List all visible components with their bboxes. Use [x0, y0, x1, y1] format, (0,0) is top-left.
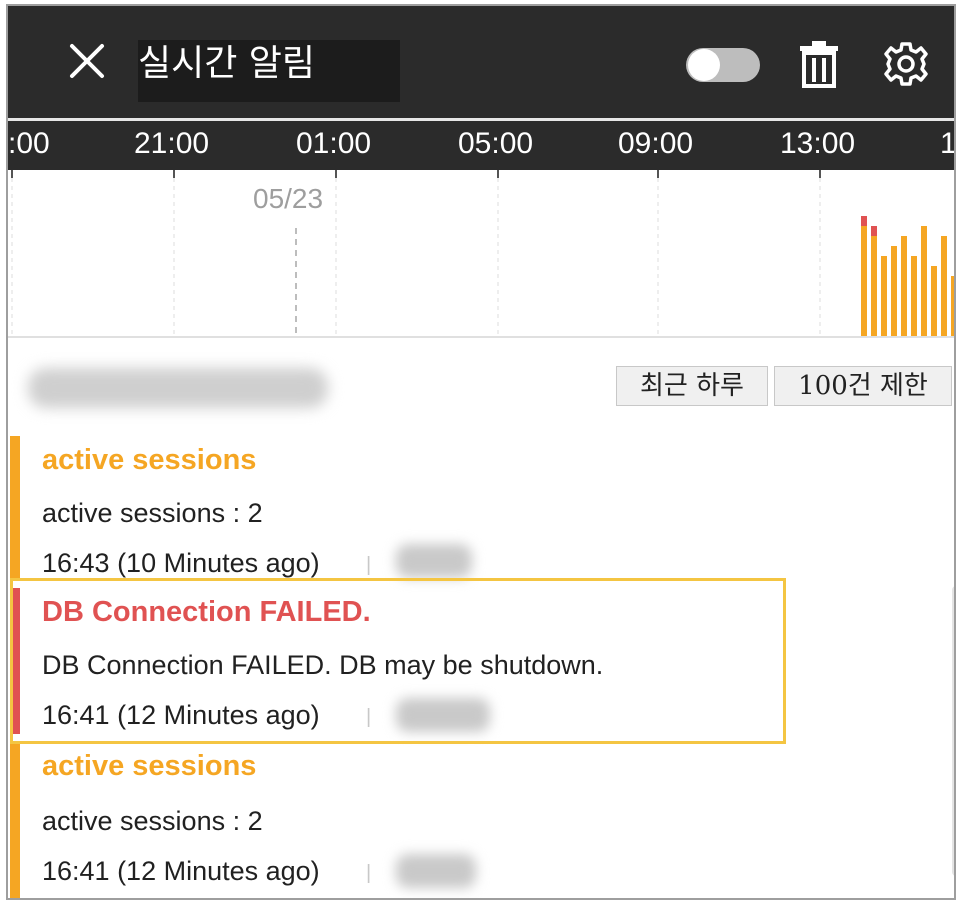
tick-label: 01:00 — [296, 127, 372, 160]
chart-bar — [901, 236, 907, 336]
realtime-alert-panel: 실시간 알림 :00 21:00 01:00 05:00 09:00 13:00… — [6, 4, 956, 900]
panel-title: 실시간 알림 — [138, 43, 316, 84]
chart-bar — [951, 276, 954, 336]
header-bar: 실시간 알림 — [8, 6, 954, 118]
alert-source-redacted — [396, 854, 476, 888]
alert-timeline-chart[interactable]: 05/23 — [8, 170, 954, 338]
chart-bar — [941, 236, 947, 336]
alert-time: 16:43 (10 Minutes ago) — [42, 548, 320, 578]
chart-bar — [871, 236, 877, 336]
scrollbar[interactable] — [952, 586, 954, 876]
alert-separator: | — [366, 554, 372, 576]
alert-message: active sessions : 2 — [42, 498, 263, 528]
alert-level-bar — [10, 588, 20, 734]
tick-label: 13:00 — [780, 127, 856, 160]
date-label: 05/23 — [253, 183, 323, 214]
alert-item[interactable]: active sessions active sessions : 2 16:4… — [8, 744, 954, 898]
toggle-knob — [688, 49, 720, 81]
alert-source-redacted — [396, 698, 490, 732]
alert-level-bar — [10, 744, 20, 898]
alert-message: DB Connection FAILED. DB may be shutdown… — [42, 650, 604, 680]
alert-level-bar — [10, 436, 20, 578]
tick-label: 09:00 — [618, 127, 694, 160]
source-name-redacted — [28, 368, 328, 408]
alert-title: active sessions — [42, 750, 257, 782]
chart-bar — [891, 246, 897, 336]
alert-item[interactable]: active sessions active sessions : 2 16:4… — [8, 436, 954, 578]
chart-bar — [921, 226, 927, 336]
settings-button[interactable] — [882, 40, 930, 88]
trash-icon — [800, 41, 838, 88]
range-filter-button[interactable]: 최근 하루 — [616, 366, 768, 406]
alert-time: 16:41 (12 Minutes ago) — [42, 856, 320, 886]
alert-time: 16:41 (12 Minutes ago) — [42, 700, 320, 730]
tick-label: :00 — [8, 127, 50, 160]
close-button[interactable] — [62, 36, 112, 86]
realtime-toggle[interactable] — [686, 48, 760, 82]
alert-item[interactable]: DB Connection FAILED. DB Connection FAIL… — [8, 588, 954, 734]
bar-group — [861, 216, 954, 336]
chart-bar — [881, 256, 887, 336]
chart-bar — [911, 256, 917, 336]
alert-title: DB Connection FAILED. — [42, 596, 371, 628]
chart-bar-error — [861, 216, 867, 226]
tick-label: 05:00 — [458, 127, 534, 160]
tick-label: 1 — [940, 127, 956, 160]
timeline-axis: :00 21:00 01:00 05:00 09:00 13:00 1 — [8, 118, 954, 170]
delete-all-button[interactable] — [798, 40, 840, 88]
chart-bar-error — [871, 226, 877, 236]
chart-bar — [931, 266, 937, 336]
alert-separator: | — [366, 706, 372, 728]
chart-bar — [861, 226, 867, 336]
limit-filter-button[interactable]: 100건 제한 — [774, 366, 952, 406]
alert-message: active sessions : 2 — [42, 806, 263, 836]
close-icon — [70, 44, 104, 78]
tick-label: 21:00 — [134, 127, 210, 160]
chart-canvas: 05/23 — [11, 170, 954, 336]
alert-source-redacted — [396, 544, 472, 578]
alert-separator: | — [366, 862, 372, 884]
gear-icon — [884, 42, 928, 86]
alert-title: active sessions — [42, 444, 257, 476]
